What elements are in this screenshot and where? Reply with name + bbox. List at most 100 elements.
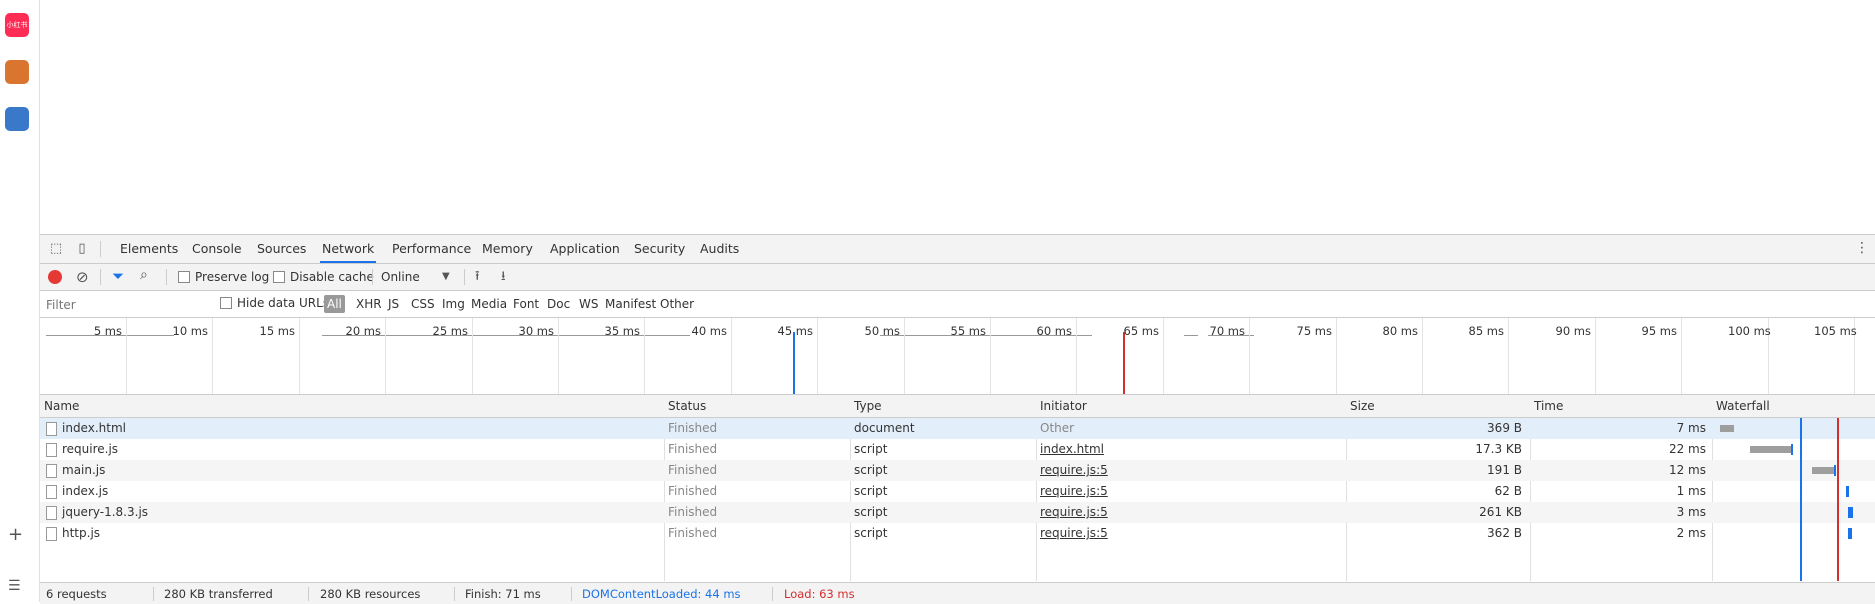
waterfall-bar[interactable]: [1750, 446, 1792, 453]
tab-security[interactable]: Security: [632, 235, 687, 263]
more-options-icon[interactable]: ⋮: [1855, 240, 1869, 256]
tab-memory[interactable]: Memory: [480, 235, 535, 263]
list-icon[interactable]: ☰: [8, 578, 21, 594]
initiator-link[interactable]: require.js:5: [1040, 481, 1108, 502]
type-filter-css[interactable]: CSS: [408, 295, 438, 313]
toolbar-separator: [166, 269, 167, 285]
waterfall-bar[interactable]: [1848, 507, 1853, 518]
record-button[interactable]: [48, 270, 62, 284]
request-time: 1 ms: [1676, 484, 1706, 498]
waterfall-download: [1834, 465, 1836, 476]
device-toolbar-icon[interactable]: ▯: [74, 241, 90, 257]
initiator-link[interactable]: index.html: [1040, 439, 1104, 460]
table-row[interactable]: jquery-1.8.3.js Finished script require.…: [40, 502, 1875, 523]
request-type: script: [854, 463, 888, 477]
import-har-icon[interactable]: ⭱: [475, 267, 480, 289]
tab-elements[interactable]: Elements: [118, 235, 180, 263]
initiator-link[interactable]: require.js:5: [1040, 502, 1108, 523]
filter-input[interactable]: [44, 295, 208, 315]
overview-gridline: [212, 318, 213, 394]
table-row[interactable]: index.js Finished script require.js:5 62…: [40, 481, 1875, 502]
column-header-time[interactable]: Time: [1530, 395, 1563, 417]
table-row[interactable]: index.html Finished document Other 369 B…: [40, 418, 1875, 439]
table-row[interactable]: main.js Finished script require.js:5 191…: [40, 460, 1875, 481]
column-header-status[interactable]: Status: [664, 395, 706, 417]
overview-gridline: [1681, 318, 1682, 394]
tab-application[interactable]: Application: [548, 235, 622, 263]
search-icon[interactable]: ⌕: [140, 267, 148, 283]
tab-console[interactable]: Console: [190, 235, 244, 263]
filter-icon[interactable]: ⏷: [112, 267, 124, 285]
table-row[interactable]: require.js Finished script index.html 17…: [40, 439, 1875, 460]
app-icon-1[interactable]: 小红书: [5, 13, 29, 37]
type-filter-manifest[interactable]: Manifest: [602, 295, 659, 313]
initiator-link[interactable]: require.js:5: [1040, 523, 1108, 544]
overview-tick-label: 75 ms: [1296, 324, 1332, 338]
timeline-overview[interactable]: 5 ms 10 ms 15 ms 20 ms 25 ms 30 ms 35 ms 40 ms 4…: [40, 318, 1875, 395]
table-header: Name Status Type Initiator Size Time Wat…: [40, 395, 1875, 418]
request-status: Finished: [668, 526, 718, 540]
column-header-name[interactable]: Name: [40, 395, 79, 417]
clear-icon[interactable]: ⊘: [76, 268, 89, 286]
overview-tick-label: 25 ms: [432, 324, 468, 338]
summary-separator: [571, 587, 572, 601]
type-filter-xhr[interactable]: XHR: [353, 295, 385, 313]
type-filter-other[interactable]: Other: [657, 295, 697, 313]
waterfall-bar[interactable]: [1812, 467, 1834, 474]
throttling-select[interactable]: Online: [381, 264, 420, 290]
column-header-type[interactable]: Type: [850, 395, 882, 417]
type-filter-ws[interactable]: WS: [576, 295, 601, 313]
request-type: document: [854, 421, 915, 435]
app-icon-2[interactable]: [5, 60, 29, 84]
request-size: 17.3 KB: [1475, 442, 1522, 456]
column-header-waterfall[interactable]: Waterfall: [1712, 395, 1770, 417]
file-icon: [46, 485, 57, 499]
overview-tick-label: 80 ms: [1382, 324, 1418, 338]
request-name[interactable]: index.html: [62, 418, 126, 439]
waterfall-bar[interactable]: [1720, 425, 1734, 432]
request-status: Finished: [668, 463, 718, 477]
request-name[interactable]: index.js: [62, 481, 108, 502]
type-filter-all[interactable]: All: [324, 295, 345, 313]
overview-tick-label: 85 ms: [1468, 324, 1504, 338]
column-header-initiator[interactable]: Initiator: [1036, 395, 1087, 417]
overview-gridline: [1163, 318, 1164, 394]
summary-separator: [772, 587, 773, 601]
overview-gridline: [1595, 318, 1596, 394]
tab-performance[interactable]: Performance: [390, 235, 473, 263]
tab-sources[interactable]: Sources: [255, 235, 308, 263]
hide-data-urls-checkbox[interactable]: [220, 297, 232, 309]
preserve-log-checkbox[interactable]: [178, 271, 190, 283]
overview-tick-label: 100 ms: [1728, 324, 1771, 338]
app-icon-3[interactable]: [5, 107, 29, 131]
export-har-icon[interactable]: ⭳: [501, 267, 506, 289]
waterfall-bar[interactable]: [1848, 528, 1852, 539]
type-filter-media[interactable]: Media: [468, 295, 510, 313]
initiator-link[interactable]: require.js:5: [1040, 460, 1108, 481]
tab-network[interactable]: Network: [320, 235, 377, 263]
request-time: 7 ms: [1676, 421, 1706, 435]
chevron-down-icon[interactable]: ▼: [442, 264, 450, 290]
load-marker-line: [1837, 418, 1839, 581]
request-name[interactable]: jquery-1.8.3.js: [62, 502, 148, 523]
request-type: script: [854, 526, 888, 540]
type-filter-img[interactable]: Img: [439, 295, 468, 313]
table-row[interactable]: http.js Finished script require.js:5 362…: [40, 523, 1875, 544]
request-name[interactable]: require.js: [62, 439, 118, 460]
file-icon: [46, 527, 57, 541]
overview-gridline: [472, 318, 473, 394]
network-summary: 6 requests 280 KB transferred 280 KB res…: [40, 582, 1875, 604]
add-icon[interactable]: +: [8, 524, 23, 545]
type-filter-doc[interactable]: Doc: [544, 295, 573, 313]
request-name[interactable]: http.js: [62, 523, 100, 544]
inspect-element-icon[interactable]: ⬚: [48, 241, 64, 257]
overview-tick-label: 35 ms: [604, 324, 640, 338]
transferred-size: 280 KB transferred: [164, 587, 273, 601]
request-name[interactable]: main.js: [62, 460, 105, 481]
type-filter-font[interactable]: Font: [510, 295, 542, 313]
waterfall-bar[interactable]: [1846, 486, 1849, 497]
column-header-size[interactable]: Size: [1346, 395, 1375, 417]
tab-audits[interactable]: Audits: [698, 235, 741, 263]
disable-cache-checkbox[interactable]: [273, 271, 285, 283]
type-filter-js[interactable]: JS: [385, 295, 402, 313]
